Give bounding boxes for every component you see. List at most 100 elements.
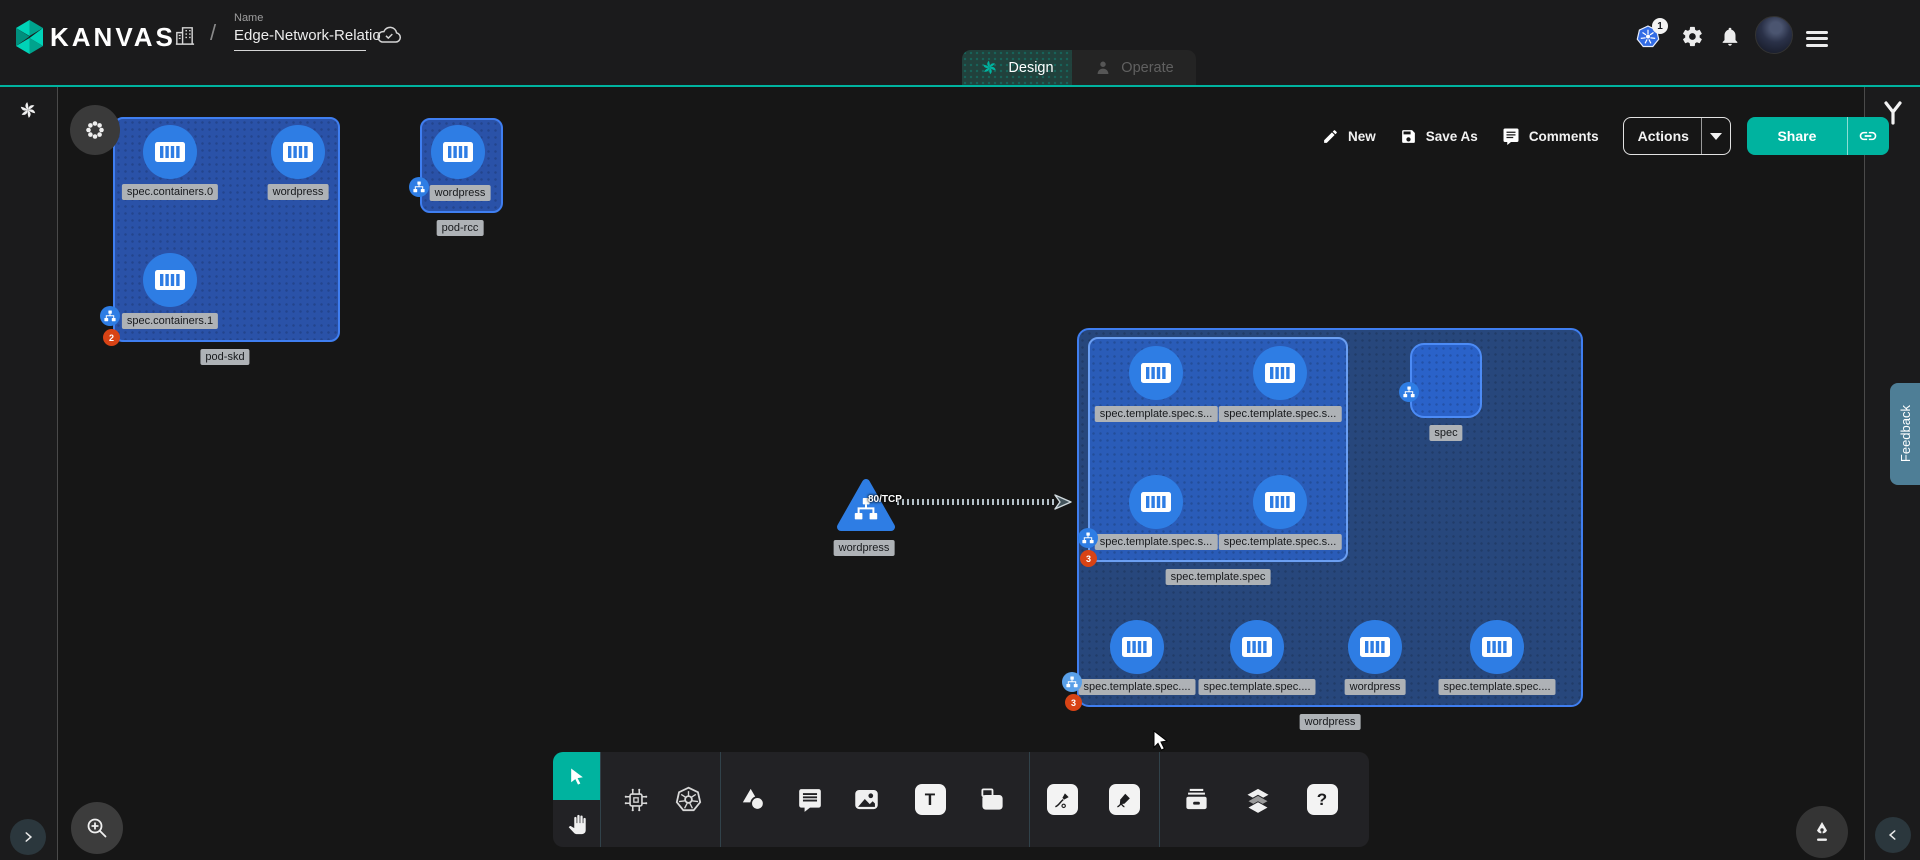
help-tool[interactable]: ?: [1299, 752, 1345, 847]
tab-operate[interactable]: Operate: [1072, 50, 1196, 85]
zoom-in-magnifier-icon: [85, 816, 109, 840]
node-label: spec.template.spec.s...: [1095, 534, 1218, 550]
node-container-deploy-1[interactable]: [1230, 620, 1284, 674]
shapes-icon: [740, 786, 767, 813]
design-spiral-icon: [980, 58, 999, 77]
zoom-search-button[interactable]: [71, 802, 123, 854]
network-badge[interactable]: [1062, 672, 1082, 692]
node-container-template-1[interactable]: [1253, 346, 1307, 400]
container-icon: [1140, 360, 1172, 386]
design-name-input[interactable]: Edge-Network-Relatio: [234, 27, 381, 44]
feedback-tab[interactable]: Feedback: [1890, 383, 1920, 485]
kubernetes-components-tool[interactable]: [665, 752, 711, 847]
tab-design[interactable]: Design: [962, 50, 1072, 85]
error-badge[interactable]: 2: [103, 329, 120, 346]
tab-operate-label: Operate: [1121, 60, 1173, 76]
sitemap-icon: [1066, 676, 1078, 688]
actions-split-button[interactable]: Actions: [1623, 117, 1731, 155]
kubernetes-context-count-badge[interactable]: 1: [1652, 18, 1668, 34]
copy-link-button[interactable]: [1848, 126, 1889, 146]
save-as-button[interactable]: Save As: [1400, 128, 1478, 145]
node-label: spec.template.spec....: [1079, 679, 1196, 695]
image-tool[interactable]: [843, 752, 889, 847]
node-container-template-2[interactable]: [1129, 475, 1183, 529]
node-container-deploy-0[interactable]: [1110, 620, 1164, 674]
collapse-right-panel-button[interactable]: [1875, 817, 1911, 853]
new-button[interactable]: New: [1322, 128, 1376, 145]
design-spiral-icon-left[interactable]: [17, 99, 39, 121]
node-label-spec: spec: [1429, 425, 1462, 441]
app-header: KANVAS / Name Edge-Network-Relatio 1: [0, 0, 1920, 85]
node-container-wordpress-rcc[interactable]: [431, 125, 485, 179]
node-label: wordpress: [1345, 679, 1406, 695]
sitemap-icon: [1082, 532, 1094, 544]
chevron-down-icon: [1710, 133, 1722, 140]
menu-hamburger-icon[interactable]: [1806, 27, 1828, 50]
node-label: spec.containers.0: [122, 184, 218, 200]
node-container-wordpress-skd[interactable]: [271, 125, 325, 179]
kubernetes-wheel-icon: [675, 786, 702, 813]
layers-tool[interactable]: [1235, 752, 1281, 847]
sitemap-icon: [1403, 386, 1415, 398]
node-label: wordpress: [268, 184, 329, 200]
actions-dropdown-toggle[interactable]: [1702, 133, 1730, 140]
group-label-pod-rcc: pod-rcc: [437, 220, 484, 236]
group-label-spec-template-spec: spec.template.spec: [1166, 569, 1271, 585]
artboard-tool[interactable]: [969, 752, 1015, 847]
comment-icon: [797, 787, 823, 813]
container-icon: [1264, 360, 1296, 386]
design-name-field[interactable]: Name Edge-Network-Relatio: [234, 12, 381, 51]
comments-button[interactable]: Comments: [1502, 127, 1599, 145]
text-icon: T: [915, 784, 946, 815]
network-badge[interactable]: [100, 306, 120, 326]
node-container-deploy-wordpress[interactable]: [1348, 620, 1402, 674]
artboard-icon: [979, 786, 1006, 813]
pen-line-tool[interactable]: [1039, 752, 1085, 847]
link-icon: [1858, 126, 1878, 146]
node-label: spec.template.spec....: [1199, 679, 1316, 695]
question-mark-icon: ?: [1307, 784, 1338, 815]
shapes-tool[interactable]: [730, 752, 776, 847]
error-badge[interactable]: 3: [1080, 550, 1097, 567]
node-label: spec.containers.1: [122, 313, 218, 329]
organization-icon[interactable]: [173, 24, 196, 47]
settings-gear-icon[interactable]: [1681, 25, 1704, 48]
user-avatar[interactable]: [1755, 16, 1793, 54]
node-container-spec-containers-0[interactable]: [143, 125, 197, 179]
freehand-draw-tool[interactable]: [1101, 752, 1147, 847]
network-badge-spec[interactable]: [1399, 382, 1419, 402]
network-badge[interactable]: [1078, 528, 1098, 548]
edge-service-to-deployment[interactable]: [897, 499, 1057, 505]
container-icon: [442, 139, 474, 165]
mouse-cursor: [1150, 729, 1172, 753]
text-tool[interactable]: T: [907, 752, 953, 847]
pen-mode-button[interactable]: [1796, 806, 1848, 858]
node-label: wordpress: [430, 185, 491, 201]
node-container-deploy-3[interactable]: [1470, 620, 1524, 674]
kanvas-logo-icon[interactable]: [13, 19, 46, 55]
node-service-wordpress[interactable]: [836, 477, 896, 533]
node-container-template-0[interactable]: [1129, 346, 1183, 400]
save-as-button-label: Save As: [1426, 129, 1478, 144]
notifications-bell-icon[interactable]: [1719, 25, 1741, 48]
share-button-label[interactable]: Share: [1747, 128, 1847, 144]
floating-resource-bubble[interactable]: [70, 105, 120, 155]
container-icon: [1140, 489, 1172, 515]
group-spec-template-spec[interactable]: [1088, 337, 1348, 562]
node-container-spec-containers-1[interactable]: [143, 253, 197, 307]
share-split-button[interactable]: Share: [1747, 117, 1889, 155]
actions-button-label[interactable]: Actions: [1624, 128, 1701, 144]
layers-icon: [1244, 786, 1272, 814]
mode-tabs: Design Operate: [962, 50, 1196, 85]
node-label: spec.template.spec....: [1439, 679, 1556, 695]
node-spec[interactable]: [1410, 343, 1482, 418]
container-icon: [154, 267, 186, 293]
error-badge[interactable]: 3: [1065, 694, 1082, 711]
node-container-template-3[interactable]: [1253, 475, 1307, 529]
integrations-chip-tool[interactable]: [613, 752, 659, 847]
network-badge[interactable]: [409, 177, 429, 197]
expand-left-panel-button[interactable]: [10, 819, 46, 855]
comment-tool[interactable]: [787, 752, 833, 847]
toolbar-divider: [720, 752, 721, 847]
drawer-tool[interactable]: [1173, 752, 1219, 847]
